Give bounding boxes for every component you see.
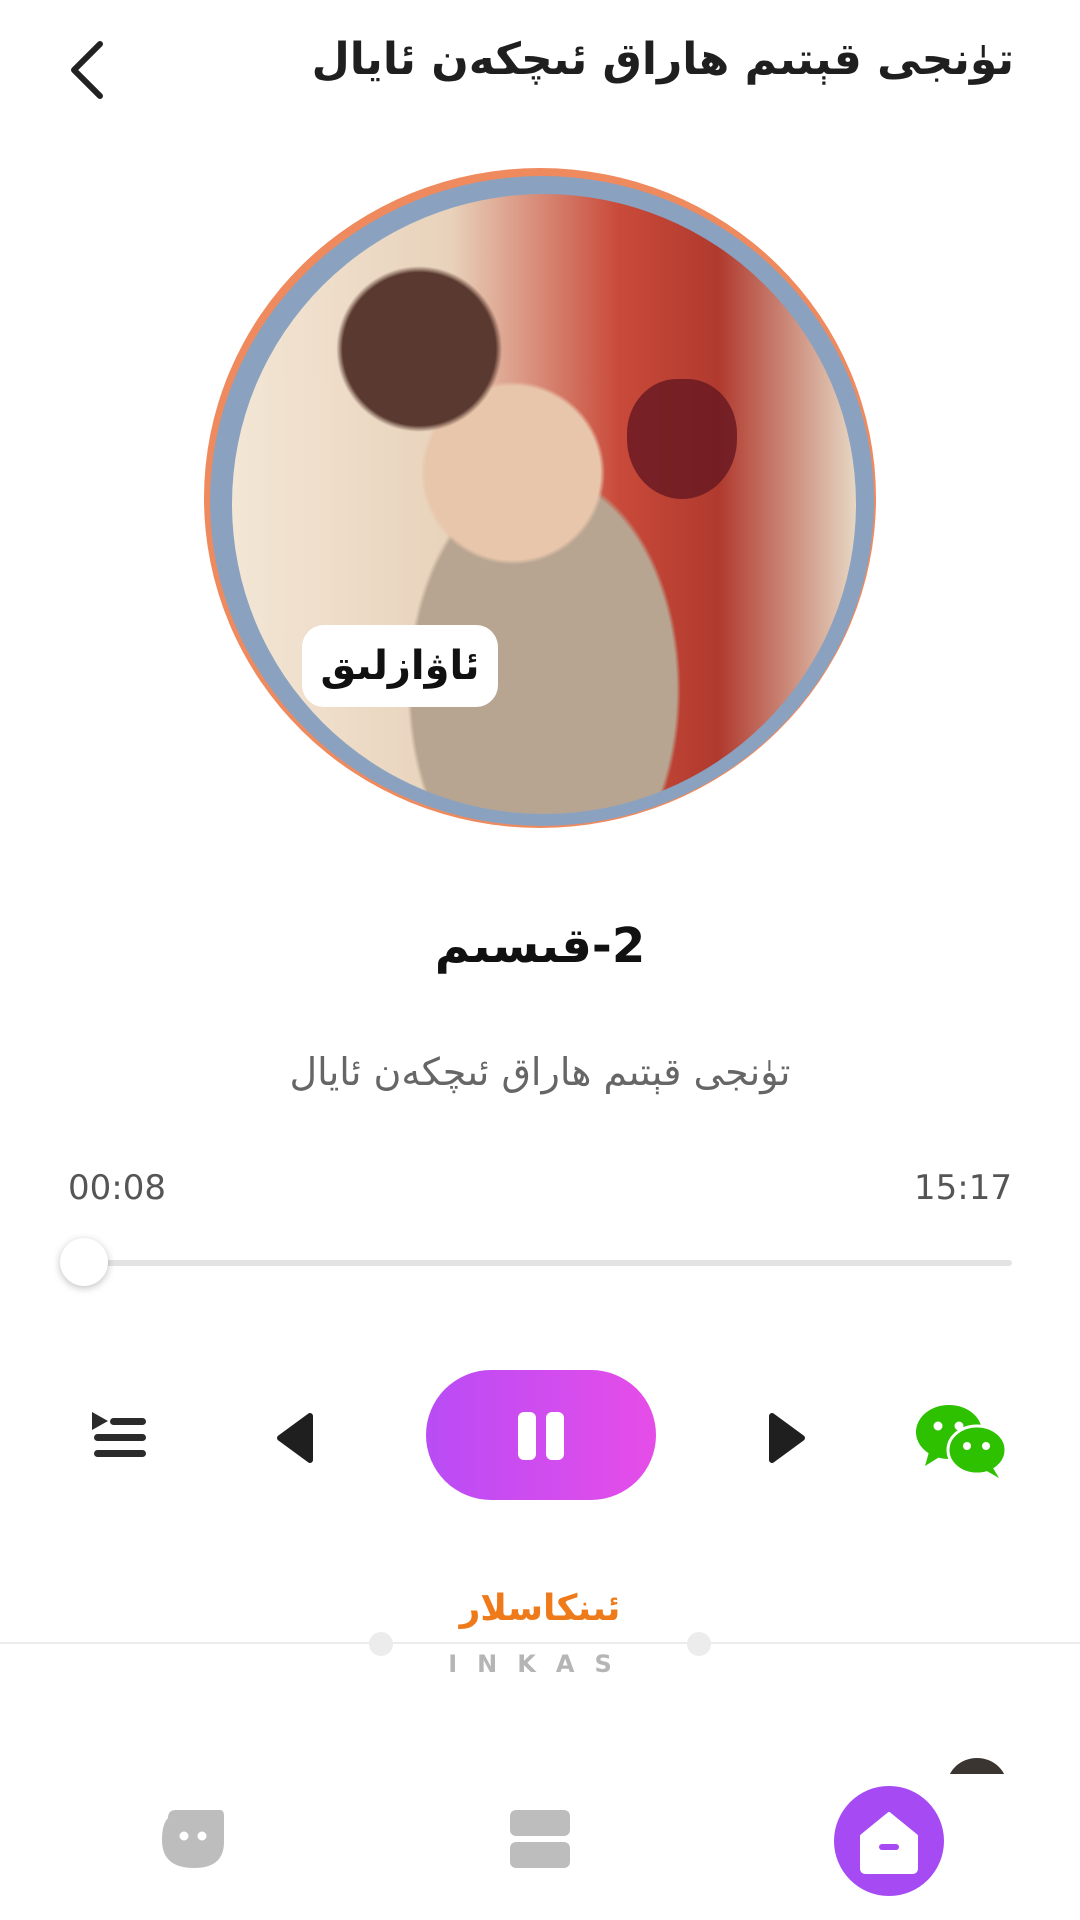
player-controls [0, 1370, 1080, 1505]
wechat-share-button[interactable] [915, 1402, 1008, 1480]
pause-icon [546, 1412, 564, 1460]
next-button[interactable] [762, 1410, 812, 1466]
header: تۈنجى قېتىم هاراق ئىچكەن ئايال [0, 0, 1080, 140]
wechat-icon [916, 1405, 1008, 1478]
wine-glass-image [627, 379, 737, 499]
nav-item-bot[interactable] [158, 1806, 228, 1872]
next-icon [769, 1413, 805, 1463]
comments-subtitle: INKAS [448, 1650, 632, 1678]
cover-badge: ئاۋازلىق [302, 625, 498, 707]
track-subtitle: تۈنجى قېتىم هاراق ئىچكەن ئايال [289, 1050, 791, 1094]
bottom-navigation [0, 1770, 1080, 1920]
current-time: 00:08 [68, 1168, 166, 1208]
cover-image [232, 194, 856, 814]
playlist-button[interactable] [90, 1408, 150, 1468]
pause-icon [518, 1412, 536, 1460]
progress-thumb[interactable] [60, 1238, 109, 1286]
playlist-icon [92, 1412, 146, 1457]
pause-button[interactable] [426, 1370, 656, 1500]
previous-button[interactable] [270, 1410, 320, 1466]
nav-item-home[interactable] [834, 1786, 944, 1896]
album-cover [204, 168, 876, 840]
previous-icon [277, 1413, 313, 1463]
list-icon [510, 1810, 570, 1868]
nav-item-list[interactable] [508, 1808, 572, 1870]
home-icon [860, 1812, 918, 1874]
chevron-left-icon [71, 41, 103, 99]
total-time: 15:17 [914, 1168, 1012, 1208]
progress-bar[interactable] [74, 1260, 1012, 1266]
section-divider [0, 1642, 1080, 1644]
page-title: تۈنجى قېتىم هاراق ئىچكەن ئايال [311, 34, 1014, 85]
comments-title: ئىنكاسلار [459, 1588, 621, 1629]
track-title: 2-قىسىم [434, 918, 646, 974]
bot-face-icon [162, 1810, 224, 1868]
back-button[interactable] [62, 36, 118, 104]
